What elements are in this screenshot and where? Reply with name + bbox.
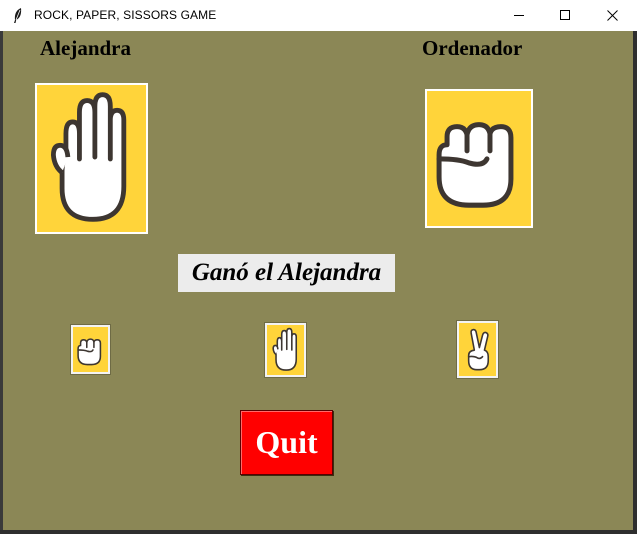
computer-name-label: Ordenador <box>422 36 523 60</box>
title-bar[interactable]: ROCK, PAPER, SISSORS GAME <box>0 0 637 31</box>
close-icon <box>607 10 618 21</box>
minimize-button[interactable] <box>496 0 542 31</box>
maximize-icon <box>559 10 570 20</box>
rock-fist-icon <box>427 91 531 226</box>
game-window: ROCK, PAPER, SISSORS GAME Alejandra Orde… <box>0 0 637 534</box>
result-label: Ganó el Alejandra <box>178 254 395 292</box>
feather-icon <box>14 8 22 23</box>
paper-hand-icon <box>272 327 298 371</box>
minimize-icon <box>513 15 524 16</box>
player-name-label: Alejandra <box>40 36 131 60</box>
maximize-button[interactable] <box>542 0 588 31</box>
scissors-hand-icon <box>467 328 490 371</box>
window-border-right <box>633 31 637 534</box>
rock-fist-icon <box>77 338 102 366</box>
window-border-bottom <box>0 530 637 534</box>
close-button[interactable] <box>588 0 637 31</box>
paper-button[interactable] <box>264 322 307 378</box>
paper-hand-icon <box>37 85 146 232</box>
rock-button[interactable] <box>70 324 111 375</box>
window-title: ROCK, PAPER, SISSORS GAME <box>34 8 217 22</box>
scissors-button[interactable] <box>456 320 499 379</box>
computer-choice-image <box>425 89 533 228</box>
player-choice-image <box>35 83 148 234</box>
quit-button[interactable]: Quit <box>240 410 333 475</box>
